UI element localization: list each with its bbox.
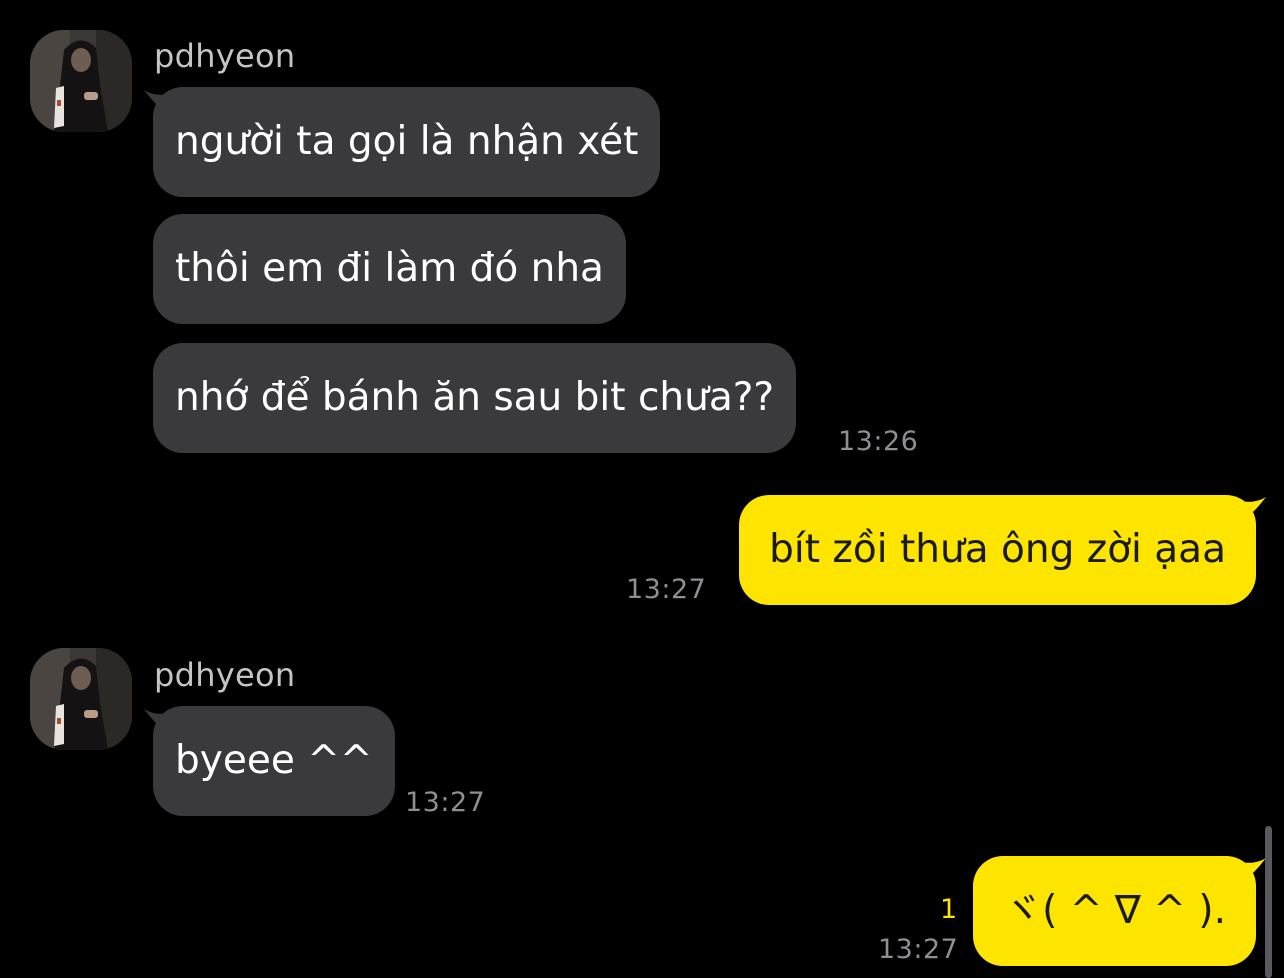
incoming-message-bubble[interactable]: người ta gọi là nhận xét (153, 87, 661, 197)
message-timestamp: 13:27 (626, 574, 707, 605)
message-timestamp: 13:27 (878, 934, 959, 965)
message-timestamp: 13:26 (838, 426, 919, 457)
unread-count: 1 (940, 894, 958, 925)
scrollbar[interactable] (1265, 826, 1272, 978)
profile-photo-avatar-icon (30, 648, 132, 750)
profile-photo-avatar-icon (30, 30, 132, 132)
outgoing-message-bubble[interactable]: bít zồi thưa ông zời ạaa (739, 495, 1256, 605)
sender-name: pdhyeon (154, 656, 296, 694)
chat-room[interactable]: pdhyeon người ta gọi là nhận xét thôi em… (0, 0, 1284, 978)
sender-name: pdhyeon (154, 37, 296, 75)
incoming-message-bubble[interactable]: thôi em đi làm đó nha (153, 214, 626, 324)
sender-avatar[interactable] (30, 648, 132, 750)
incoming-message-bubble[interactable]: nhớ để bánh ăn sau bit chưa?? (153, 343, 797, 453)
message-timestamp: 13:27 (405, 787, 486, 818)
incoming-message-bubble[interactable]: byeee ^^ (153, 706, 395, 816)
sender-avatar[interactable] (30, 30, 132, 132)
outgoing-message-bubble[interactable]: ヾ( ^ ∇ ^ ). (973, 856, 1256, 966)
